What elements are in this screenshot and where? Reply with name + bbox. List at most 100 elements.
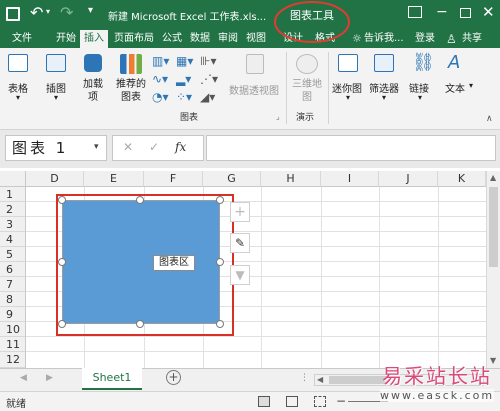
chart-styles-button[interactable]: ✎ xyxy=(230,233,250,253)
maximize-icon[interactable] xyxy=(460,8,471,18)
waterfall-chart-icon[interactable]: ⊪▾ xyxy=(200,54,216,68)
share-button[interactable]: 共享 xyxy=(458,30,486,48)
row-header[interactable]: 2 xyxy=(0,202,26,217)
column-header[interactable]: H xyxy=(261,171,321,187)
row-header[interactable]: 1 xyxy=(0,187,26,202)
row-header[interactable]: 4 xyxy=(0,232,26,247)
filters-icon xyxy=(374,54,394,72)
zoom-out-icon[interactable]: − xyxy=(336,394,346,408)
row-header[interactable]: 11 xyxy=(0,337,26,352)
resize-handle[interactable] xyxy=(136,320,144,328)
page-layout-view-icon[interactable] xyxy=(286,396,298,407)
scroll-thumb[interactable] xyxy=(489,187,498,267)
cancel-icon[interactable]: ✕ xyxy=(123,140,133,154)
column-header[interactable]: E xyxy=(84,171,144,187)
column-chart-icon[interactable]: ▥▾ xyxy=(152,54,169,68)
select-all-corner[interactable] xyxy=(0,171,26,187)
link-dropdown-icon[interactable]: ▾ xyxy=(412,93,428,102)
resize-handle[interactable] xyxy=(216,196,224,204)
tab-page-layout[interactable]: 页面布局 xyxy=(110,30,158,48)
area-chart-icon[interactable]: ◢▾ xyxy=(200,90,215,104)
name-box[interactable]: 图表 1 xyxy=(5,135,107,161)
minimize-icon[interactable]: − xyxy=(436,4,448,20)
row-header[interactable]: 9 xyxy=(0,307,26,322)
resize-handle[interactable] xyxy=(136,196,144,204)
tell-me-search[interactable]: 告诉我... xyxy=(364,30,408,48)
resize-handle[interactable] xyxy=(58,320,66,328)
ribbon-display-options-icon[interactable] xyxy=(408,6,422,18)
tab-file[interactable]: 文件 xyxy=(8,30,36,48)
grid-line xyxy=(26,336,486,337)
tab-home[interactable]: 开始 xyxy=(52,30,80,48)
filters-dropdown-icon[interactable]: ▾ xyxy=(376,93,392,102)
hierarchy-chart-icon[interactable]: ▦▾ xyxy=(176,54,193,68)
column-header[interactable]: D xyxy=(26,171,84,187)
addins-button[interactable]: 加载 项 xyxy=(76,78,110,104)
row-header[interactable]: 5 xyxy=(0,247,26,262)
tab-insert[interactable]: 插入 xyxy=(80,30,108,48)
illustrations-dropdown-icon[interactable]: ▾ xyxy=(48,93,64,102)
column-header[interactable]: I xyxy=(321,171,379,187)
undo-icon[interactable]: ↶ xyxy=(30,3,43,22)
add-sheet-icon[interactable]: + xyxy=(166,370,181,385)
grid-line xyxy=(321,187,322,368)
charts-dialog-launcher-icon[interactable]: ⌟ xyxy=(276,112,280,121)
watermark-brand: 易采站长站 xyxy=(382,364,492,388)
row-header[interactable]: 8 xyxy=(0,292,26,307)
tab-split-icon[interactable]: ⋮ xyxy=(300,373,309,383)
line-chart-icon[interactable]: ∿▾ xyxy=(152,72,168,86)
normal-view-icon[interactable] xyxy=(258,396,270,407)
combo-chart-icon[interactable]: ⋰▾ xyxy=(200,72,218,86)
pivot-chart-button[interactable]: 数据透视图 xyxy=(226,82,282,97)
resize-handle[interactable] xyxy=(58,258,66,266)
insert-function-button[interactable]: fx xyxy=(175,140,186,154)
recommended-charts-button[interactable]: 推荐的 图表 xyxy=(112,78,150,104)
customize-toolbar-icon[interactable]: ▾ xyxy=(88,5,93,16)
row-header[interactable]: 10 xyxy=(0,322,26,337)
ribbon-tabs: 文件 开始 插入 页面布局 公式 数据 审阅 视图 设计 格式 ☼ 告诉我...… xyxy=(0,30,500,48)
tab-data[interactable]: 数据 xyxy=(188,30,212,48)
sheet-tab[interactable]: Sheet1 xyxy=(82,368,142,390)
chart-filters-button[interactable]: ▼ xyxy=(230,265,250,285)
collapse-ribbon-icon[interactable]: ∧ xyxy=(486,114,493,124)
resize-handle[interactable] xyxy=(58,196,66,204)
row-header[interactable]: 7 xyxy=(0,277,26,292)
pie-chart-icon[interactable]: ◔▾ xyxy=(152,90,169,104)
row-header[interactable]: 12 xyxy=(0,352,26,368)
scatter-chart-icon[interactable]: ⁘▾ xyxy=(176,90,192,104)
chart-elements-button[interactable]: + xyxy=(230,202,250,222)
column-header[interactable]: G xyxy=(203,171,261,187)
tab-view[interactable]: 视图 xyxy=(244,30,268,48)
sparklines-dropdown-icon[interactable]: ▾ xyxy=(340,93,356,102)
scroll-left-icon[interactable]: ◀ xyxy=(317,375,323,384)
ribbon-separator xyxy=(286,52,287,124)
scroll-up-icon[interactable]: ▲ xyxy=(490,173,496,182)
row-header[interactable]: 6 xyxy=(0,262,26,277)
vertical-scrollbar[interactable]: ▲ ▼ xyxy=(486,171,500,368)
redo-icon[interactable]: ↷ xyxy=(60,3,73,22)
undo-dropdown-icon[interactable]: ▾ xyxy=(46,7,50,16)
resize-handle[interactable] xyxy=(216,258,224,266)
page-break-view-icon[interactable] xyxy=(314,396,326,407)
column-header[interactable]: K xyxy=(438,171,486,187)
table-dropdown-icon[interactable]: ▾ xyxy=(10,93,26,102)
tab-formulas[interactable]: 公式 xyxy=(160,30,184,48)
next-sheet-icon[interactable]: ▶ xyxy=(46,373,53,383)
chart-area-tooltip: 图表区 xyxy=(153,255,195,271)
h-scroll-thumb[interactable] xyxy=(329,376,389,384)
resize-handle[interactable] xyxy=(216,320,224,328)
name-box-dropdown-icon[interactable]: ▾ xyxy=(94,142,99,152)
formula-input[interactable] xyxy=(206,135,496,161)
close-icon[interactable]: ✕ xyxy=(482,3,495,21)
row-header[interactable]: 3 xyxy=(0,217,26,232)
column-header[interactable]: F xyxy=(144,171,203,187)
enter-icon[interactable]: ✓ xyxy=(149,140,159,154)
tab-review[interactable]: 审阅 xyxy=(216,30,240,48)
column-header[interactable]: J xyxy=(379,171,438,187)
statistic-chart-icon[interactable]: ▂▾ xyxy=(176,72,191,86)
prev-sheet-icon[interactable]: ◀ xyxy=(20,373,27,383)
map-3d-button[interactable]: 三维地 图 xyxy=(288,78,326,104)
login-link[interactable]: 登录 xyxy=(412,30,438,48)
text-dropdown-icon[interactable]: ▾ xyxy=(466,81,476,90)
save-icon[interactable] xyxy=(6,7,20,21)
